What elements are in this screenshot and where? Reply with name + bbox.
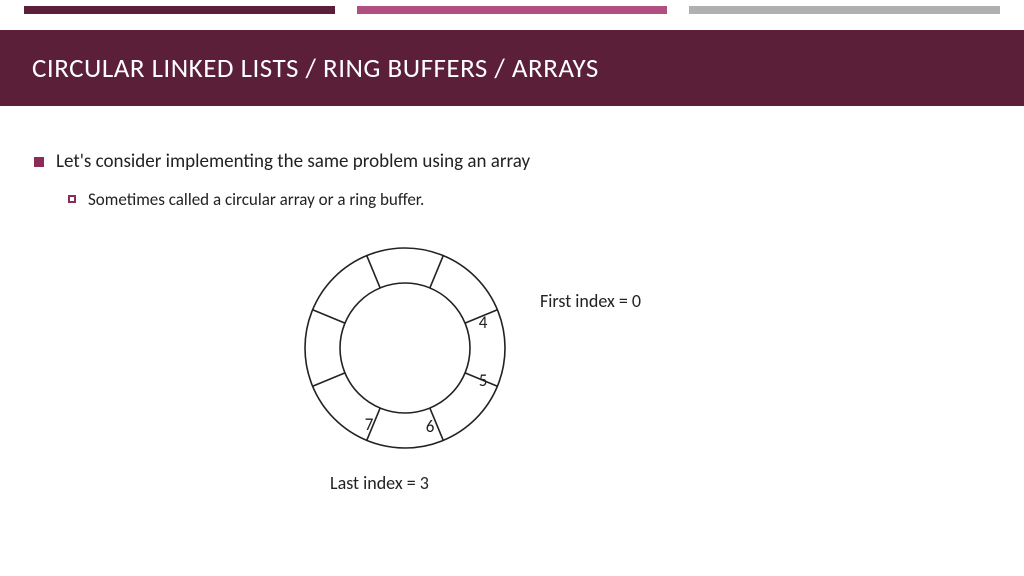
ring-cell-2: 6 bbox=[426, 416, 435, 437]
title-band: CIRCULAR LINKED LISTS / RING BUFFERS / A… bbox=[0, 30, 1024, 106]
bullet-level2: Sometimes called a circular array or a r… bbox=[68, 189, 990, 210]
bullet-level1: Let's consider implementing the same pro… bbox=[34, 150, 990, 173]
slide-title: CIRCULAR LINKED LISTS / RING BUFFERS / A… bbox=[32, 52, 599, 85]
stripe-segment-pink bbox=[357, 6, 668, 14]
last-index-label: Last index = 3 bbox=[330, 472, 429, 494]
ring-cell-3: 7 bbox=[365, 414, 374, 435]
first-index-label: First index = 0 bbox=[540, 290, 641, 312]
ring-graphic: 4 5 6 7 bbox=[290, 240, 520, 460]
bullet-square-outline-icon bbox=[68, 195, 76, 203]
bullet1-text: Let's consider implementing the same pro… bbox=[56, 150, 530, 173]
stripe-segment-dark bbox=[24, 6, 335, 14]
bullet1-sub-text: Sometimes called a circular array or a r… bbox=[88, 189, 424, 210]
ring-buffer-diagram: 4 5 6 7 First index = 0 Last index = 3 bbox=[0, 240, 1024, 560]
bullet-square-icon bbox=[34, 157, 44, 167]
ring-cell-0: 4 bbox=[479, 312, 488, 333]
ring-cell-1: 5 bbox=[479, 370, 488, 391]
accent-stripe bbox=[24, 6, 1000, 14]
stripe-segment-gray bbox=[689, 6, 1000, 14]
